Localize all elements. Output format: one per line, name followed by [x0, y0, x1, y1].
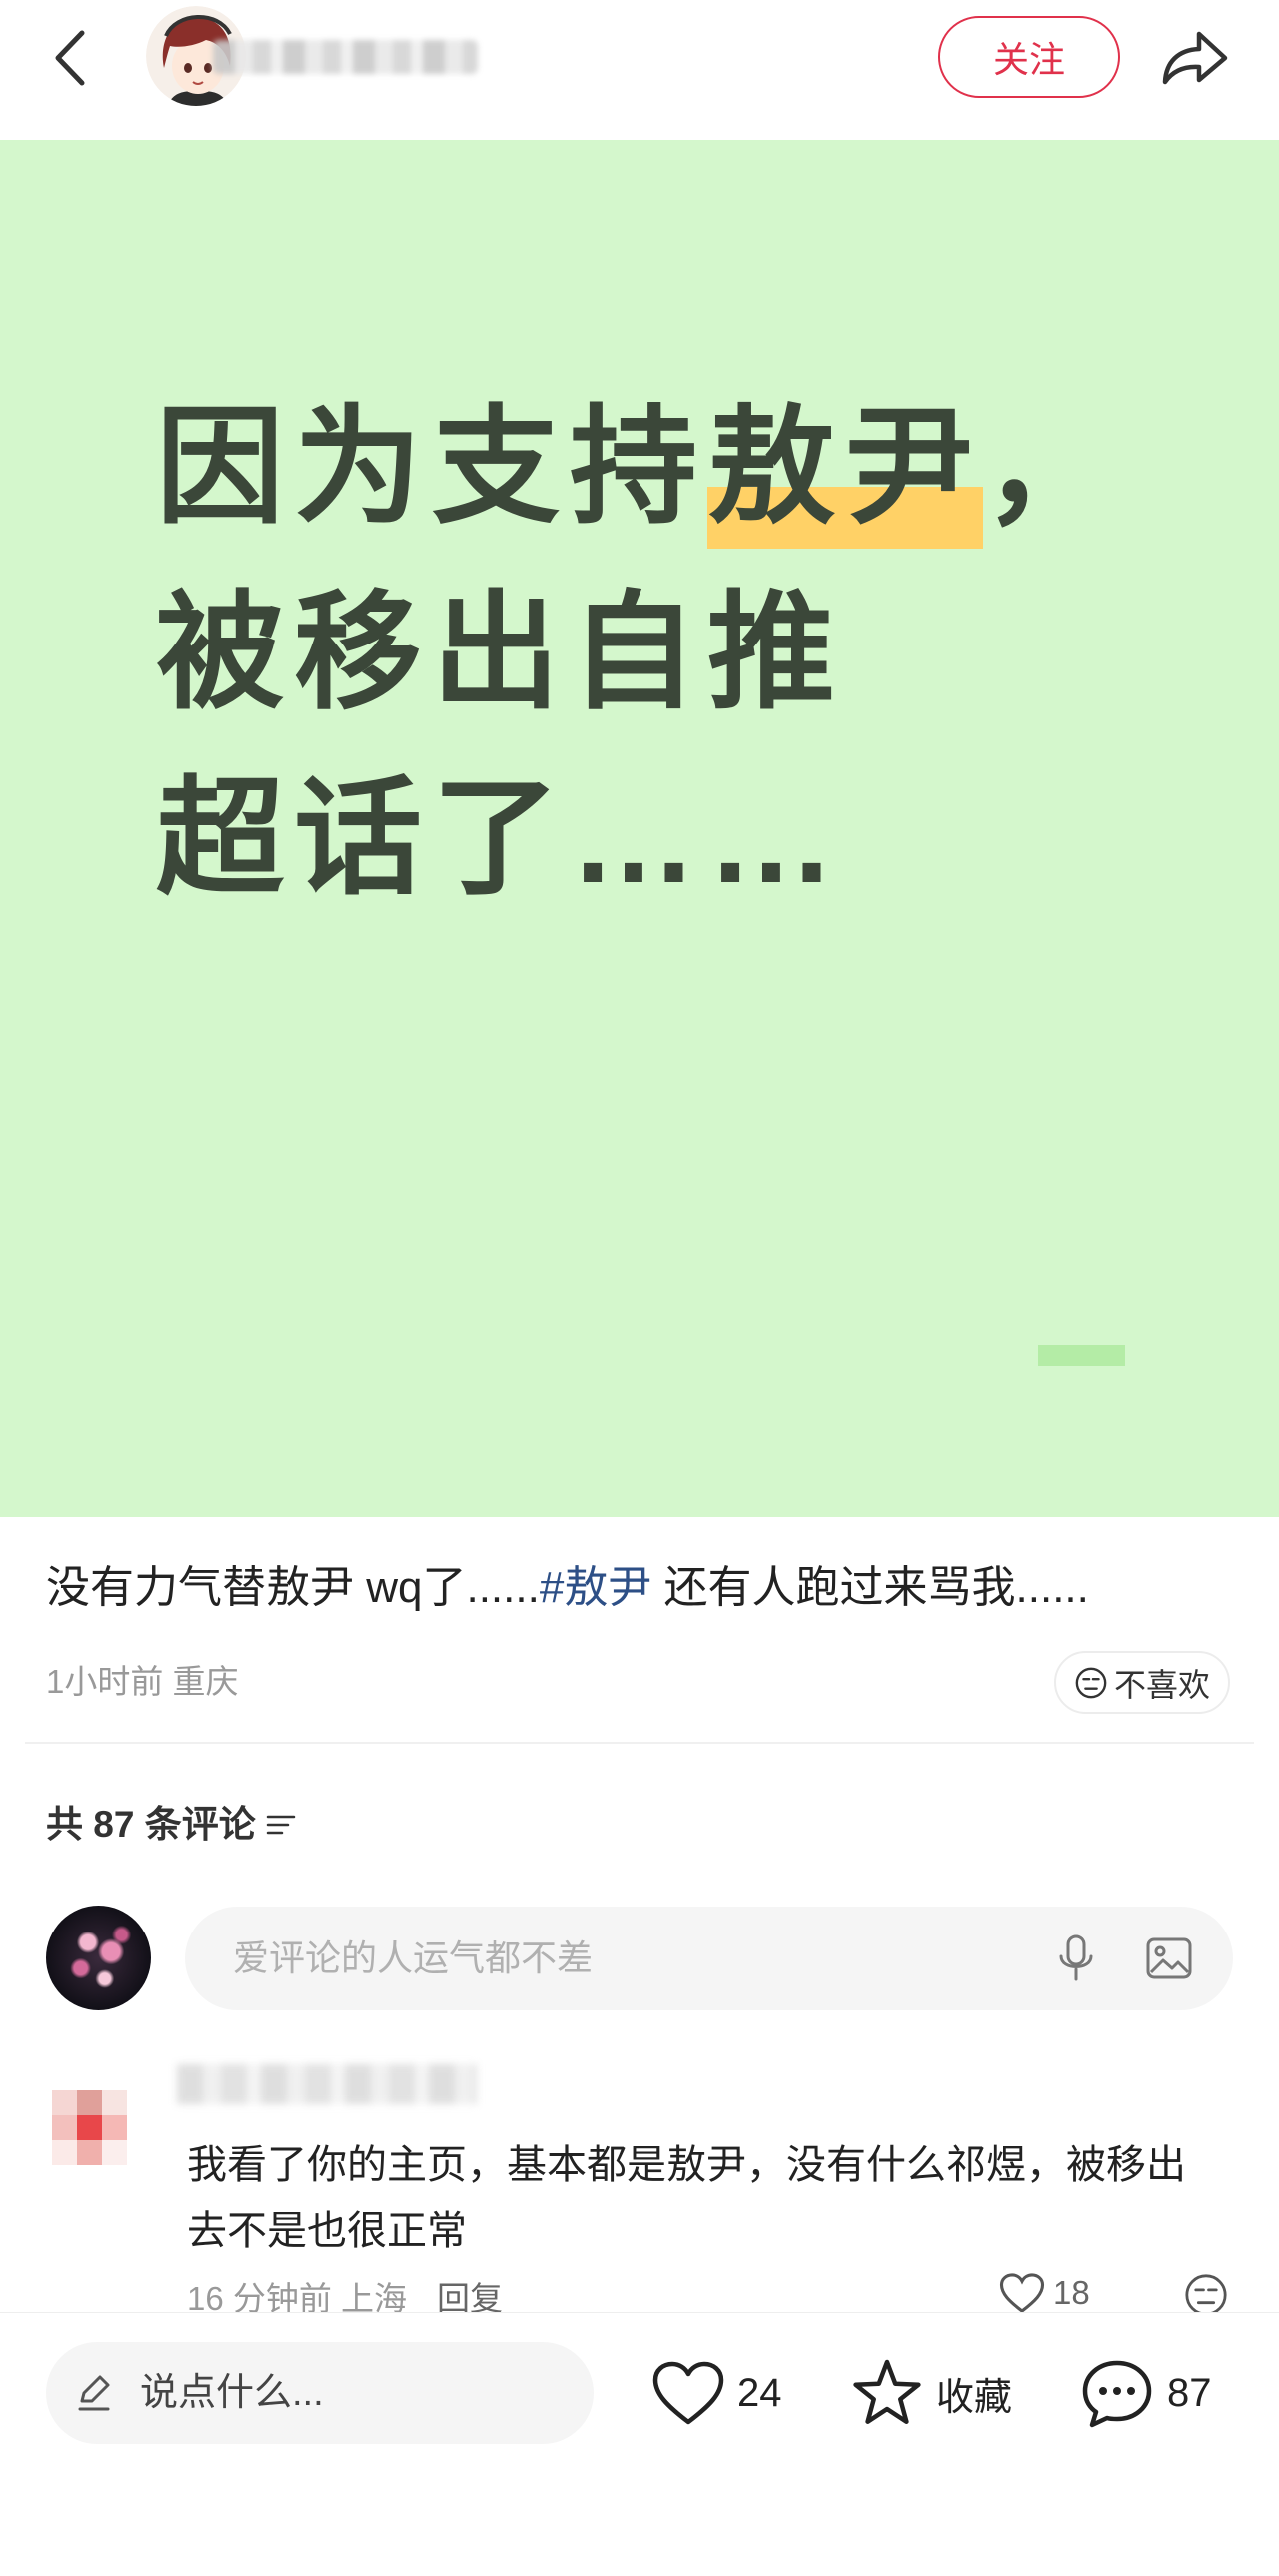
comment-count: 共 87 条评论: [46, 1804, 256, 1845]
comment-input[interactable]: [233, 1907, 1012, 2010]
post-meta: 1小时前 重庆: [46, 1663, 239, 1701]
dislike-button[interactable]: 不喜欢: [1054, 1651, 1230, 1714]
headline-line-2: 被移出自推: [156, 582, 846, 724]
bottom-comment-input[interactable]: [140, 2342, 560, 2444]
bottom-action-bar: 24 收藏 87: [0, 2312, 1279, 2576]
star-icon: [850, 2357, 924, 2429]
comment-like-count: 18: [1053, 2274, 1090, 2311]
commenter-name-blurred[interactable]: [177, 2064, 477, 2104]
pencil-icon: [74, 2373, 114, 2413]
heart-icon: [651, 2360, 725, 2426]
post-time: 1小时前: [46, 1663, 164, 1700]
filter-icon[interactable]: [266, 1812, 296, 1838]
headline-line-1: 因为支持敖尹，: [156, 375, 1121, 561]
post-location: 重庆: [172, 1663, 239, 1700]
favorite-label: 收藏: [936, 2376, 1013, 2419]
hashtag-link[interactable]: #敖尹: [540, 1563, 651, 1612]
bottom-comment-field[interactable]: [46, 2342, 594, 2444]
comment-count-bottom: 87: [1167, 2370, 1212, 2415]
comment-like-button[interactable]: 18: [999, 2272, 1090, 2314]
comment-button[interactable]: 87: [1079, 2353, 1212, 2433]
divider: [25, 1742, 1254, 1744]
follow-button[interactable]: 关注: [938, 16, 1120, 98]
chat-bubble-icon: [1079, 2357, 1155, 2429]
commenter-avatar[interactable]: [52, 2090, 127, 2165]
top-nav-bar: 关注: [0, 0, 1279, 140]
caption-text: 没有力气替敖尹 wq了......: [46, 1563, 540, 1612]
comment-text[interactable]: 我看了你的主页，基本都是敖尹，没有什么祁煜，被移出去不是也很正常: [187, 2132, 1216, 2264]
post-caption: 没有力气替敖尹 wq了......#敖尹 还有人跑过来骂我......: [46, 1559, 1089, 1617]
comment-input-field[interactable]: [185, 1907, 1233, 2010]
my-avatar[interactable]: [46, 1906, 151, 2010]
headline-text: ，: [983, 396, 1122, 539]
caption-text: 还有人跑过来骂我......: [651, 1563, 1089, 1612]
dislike-label: 不喜欢: [1113, 1666, 1210, 1703]
microphone-icon[interactable]: [1054, 1932, 1098, 1984]
post-image[interactable]: 因为支持敖尹， 被移出自推 超话了……: [0, 140, 1279, 1517]
heart-icon: [999, 2272, 1045, 2314]
image-headline: 因为支持敖尹， 被移出自推 超话了……: [156, 375, 1121, 932]
author-name-blurred[interactable]: [213, 40, 478, 74]
highlighted-text: 敖尹: [707, 394, 984, 550]
dislike-face-icon: [1074, 1666, 1108, 1700]
comments-header[interactable]: 共 87 条评论: [46, 1803, 296, 1847]
headline-line-3: 超话了……: [156, 767, 846, 910]
like-button[interactable]: 24: [651, 2353, 782, 2433]
headline-text: 因为支持: [156, 396, 708, 539]
like-count: 24: [737, 2370, 782, 2415]
favorite-button[interactable]: 收藏: [850, 2353, 1012, 2433]
image-icon[interactable]: [1145, 1936, 1193, 1980]
image-page-indicator: [1038, 1345, 1125, 1366]
share-icon[interactable]: [1157, 22, 1233, 92]
back-arrow-icon[interactable]: [48, 25, 92, 91]
